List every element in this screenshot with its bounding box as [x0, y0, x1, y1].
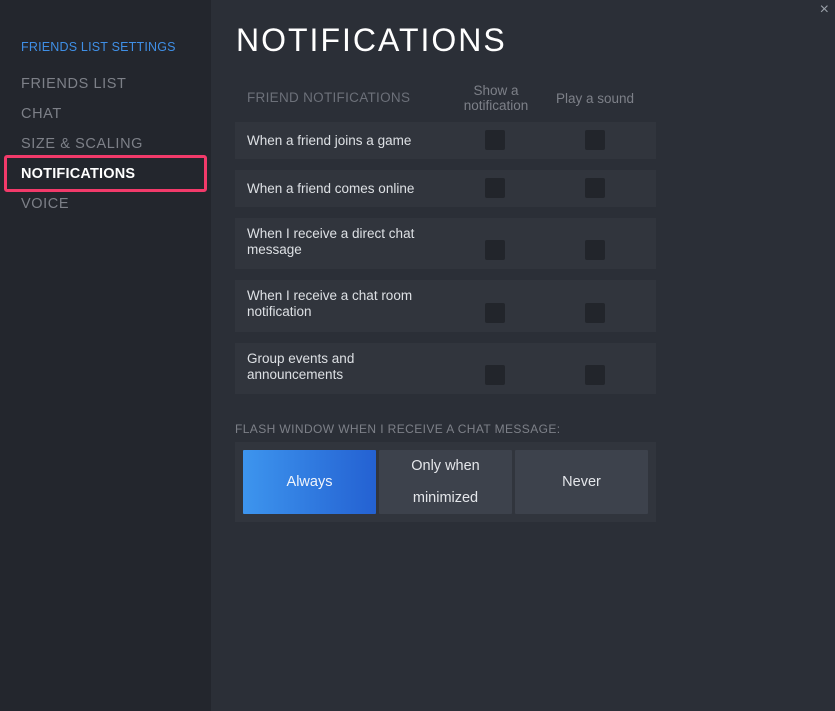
- row-label: When I receive a chat room notification: [247, 288, 413, 319]
- show-notification-checkbox[interactable]: [485, 130, 505, 150]
- flash-option-always[interactable]: Always: [243, 450, 376, 514]
- show-notification-checkbox[interactable]: [485, 303, 505, 323]
- close-icon[interactable]: ×: [820, 1, 829, 19]
- play-sound-checkbox[interactable]: [585, 178, 605, 198]
- notification-row: When a friend joins a game: [235, 122, 656, 159]
- flash-window-label: FLASH WINDOW WHEN I RECEIVE A CHAT MESSA…: [235, 422, 561, 436]
- column-header-show: Show a notification: [463, 83, 529, 113]
- flash-option-never[interactable]: Never: [515, 450, 648, 514]
- row-label: When a friend comes online: [247, 181, 415, 196]
- sidebar-item-chat[interactable]: CHAT: [21, 106, 62, 122]
- sidebar-item-voice[interactable]: VOICE: [21, 196, 69, 212]
- play-sound-checkbox[interactable]: [585, 365, 605, 385]
- row-label: When a friend joins a game: [247, 133, 412, 148]
- highlight-annotation: [4, 155, 207, 192]
- column-header-sound: Play a sound: [555, 91, 635, 106]
- section-label: FRIEND NOTIFICATIONS: [247, 90, 411, 105]
- play-sound-checkbox[interactable]: [585, 130, 605, 150]
- show-notification-checkbox[interactable]: [485, 365, 505, 385]
- flash-window-selector: Always Only when minimized Never: [235, 442, 656, 522]
- notification-row: When I receive a chat room notification: [235, 280, 656, 332]
- sidebar: FRIENDS LIST SETTINGS FRIENDS LIST CHAT …: [0, 0, 211, 711]
- sidebar-item-size-scaling[interactable]: SIZE & SCALING: [21, 136, 143, 152]
- show-notification-checkbox[interactable]: [485, 178, 505, 198]
- notification-row: When I receive a direct chat message: [235, 218, 656, 269]
- flash-option-only-when-minimized[interactable]: Only when minimized: [379, 450, 512, 514]
- play-sound-checkbox[interactable]: [585, 240, 605, 260]
- page-title: NOTIFICATIONS: [236, 22, 507, 58]
- play-sound-checkbox[interactable]: [585, 303, 605, 323]
- notification-row: Group events and announcements: [235, 343, 656, 394]
- sidebar-item-friends-list[interactable]: FRIENDS LIST: [21, 76, 127, 92]
- row-label: Group events and announcements: [247, 351, 355, 382]
- sidebar-header: FRIENDS LIST SETTINGS: [21, 40, 176, 54]
- notification-row: When a friend comes online: [235, 170, 656, 207]
- row-label: When I receive a direct chat message: [247, 226, 415, 257]
- show-notification-checkbox[interactable]: [485, 240, 505, 260]
